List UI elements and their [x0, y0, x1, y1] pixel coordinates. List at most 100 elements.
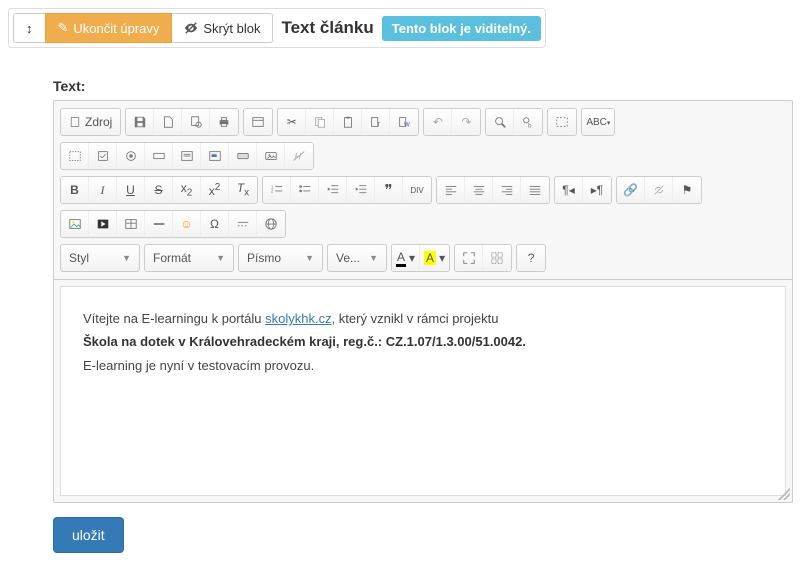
subscript-button[interactable]: x2	[173, 177, 201, 203]
submit-button[interactable]: uložit	[53, 517, 124, 553]
paste-button[interactable]	[334, 109, 362, 135]
anchor-button[interactable]: ⚑	[673, 177, 701, 203]
format-dropdown[interactable]: Formát▼	[144, 244, 234, 272]
caret-icon: ▼	[122, 253, 131, 263]
blocks-icon	[490, 251, 504, 265]
templates-icon	[251, 115, 265, 129]
top-bar: ↕ ✎ Ukončit úpravy Skrýt blok Text článk…	[8, 8, 546, 48]
imagebutton-button[interactable]	[257, 143, 285, 169]
font-dropdown[interactable]: Písmo▼	[238, 244, 323, 272]
flash-button[interactable]	[89, 211, 117, 237]
paste-text-button[interactable]: T	[362, 109, 390, 135]
remove-format-button[interactable]: Tx	[229, 177, 257, 203]
help-icon: ?	[528, 251, 535, 265]
rtl-icon: ▸¶	[591, 183, 603, 197]
hiddenfield-button[interactable]: H	[285, 143, 313, 169]
spellcheck-button[interactable]: ABC▾	[582, 109, 614, 135]
block-title: Text článku	[273, 18, 381, 38]
strike-button[interactable]: S	[145, 177, 173, 203]
textarea-button[interactable]	[173, 143, 201, 169]
select-button[interactable]	[201, 143, 229, 169]
outdent-icon	[326, 183, 340, 197]
editor-body[interactable]: Vítejte na E-learningu k portálu skolykh…	[60, 286, 786, 496]
maximize-button[interactable]	[455, 245, 483, 271]
maximize-icon	[462, 251, 476, 265]
ltr-button[interactable]: ¶◂	[555, 177, 583, 203]
textfield-button[interactable]	[145, 143, 173, 169]
print-button[interactable]	[210, 109, 238, 135]
unlink-button[interactable]	[645, 177, 673, 203]
templates-button[interactable]	[244, 109, 272, 135]
bold-button[interactable]: B	[61, 177, 89, 203]
cut-button[interactable]: ✂	[278, 109, 306, 135]
svg-text:b: b	[528, 122, 532, 129]
italic-button[interactable]: I	[89, 177, 117, 203]
image-button[interactable]	[61, 211, 89, 237]
new-page-button[interactable]	[154, 109, 182, 135]
italic-icon: I	[101, 183, 105, 198]
indent-button[interactable]	[347, 177, 375, 203]
image-icon	[68, 217, 82, 231]
align-center-button[interactable]	[465, 177, 493, 203]
size-dropdown[interactable]: Ve...▼	[327, 244, 387, 272]
bg-color-button[interactable]: A▾	[420, 245, 449, 271]
table-button[interactable]	[117, 211, 145, 237]
style-dropdown[interactable]: Styl▼	[60, 244, 140, 272]
pagebreak-button[interactable]	[229, 211, 257, 237]
rtl-button[interactable]: ▸¶	[583, 177, 611, 203]
text-color-button[interactable]: A▾	[392, 245, 420, 271]
hidden-icon: H	[292, 149, 306, 163]
preview-button[interactable]	[182, 109, 210, 135]
resize-handle[interactable]	[778, 488, 790, 500]
superscript-button[interactable]: x2	[201, 177, 229, 203]
link-button[interactable]: 🔗	[617, 177, 645, 203]
superscript-icon: x2	[209, 182, 221, 198]
content-link[interactable]: skolykhk.cz	[265, 311, 331, 326]
smiley-icon: ☺	[180, 217, 192, 231]
underline-button[interactable]: U	[117, 177, 145, 203]
finish-edits-button[interactable]: ✎ Ukončit úpravy	[45, 13, 173, 43]
replace-button[interactable]: b	[514, 109, 542, 135]
save-button[interactable]	[126, 109, 154, 135]
checkbox-button[interactable]	[89, 143, 117, 169]
table-icon	[124, 217, 138, 231]
show-blocks-button[interactable]	[483, 245, 511, 271]
source-button[interactable]: Zdroj	[61, 109, 120, 135]
select-all-button[interactable]	[548, 109, 576, 135]
hide-block-button[interactable]: Skrýt blok	[172, 13, 273, 43]
numbered-list-button[interactable]: 12	[263, 177, 291, 203]
indent-icon	[354, 183, 368, 197]
div-button[interactable]: DIV	[403, 177, 431, 203]
copy-button[interactable]	[306, 109, 334, 135]
redo-button[interactable]: ↷	[452, 109, 480, 135]
about-button[interactable]: ?	[517, 245, 545, 271]
find-button[interactable]	[486, 109, 514, 135]
outdent-button[interactable]	[319, 177, 347, 203]
caret-icon: ▾	[409, 251, 415, 265]
bullet-list-button[interactable]	[291, 177, 319, 203]
undo-button[interactable]: ↶	[424, 109, 452, 135]
flag-icon: ⚑	[682, 183, 693, 197]
ol-icon: 12	[270, 183, 284, 197]
paste-icon	[341, 115, 355, 129]
smiley-button[interactable]: ☺	[173, 211, 201, 237]
globe-icon	[264, 217, 278, 231]
blockquote-button[interactable]: ❞	[375, 177, 403, 203]
hr-button[interactable]	[145, 211, 173, 237]
align-right-button[interactable]	[493, 177, 521, 203]
align-left-button[interactable]	[437, 177, 465, 203]
save-icon	[133, 115, 147, 129]
caret-icon: ▾	[439, 251, 445, 265]
align-justify-button[interactable]	[521, 177, 549, 203]
select-icon	[208, 149, 222, 163]
reorder-button[interactable]: ↕	[13, 13, 45, 43]
button-button[interactable]	[229, 143, 257, 169]
format-label: Formát	[153, 251, 191, 265]
imagebutton-icon	[264, 149, 278, 163]
paste-word-button[interactable]: W	[390, 109, 418, 135]
iframe-button[interactable]	[257, 211, 285, 237]
specialchar-button[interactable]: Ω	[201, 211, 229, 237]
top-button-group: ↕ ✎ Ukončit úpravy Skrýt blok	[13, 13, 273, 43]
radio-button[interactable]	[117, 143, 145, 169]
form-button[interactable]	[61, 143, 89, 169]
